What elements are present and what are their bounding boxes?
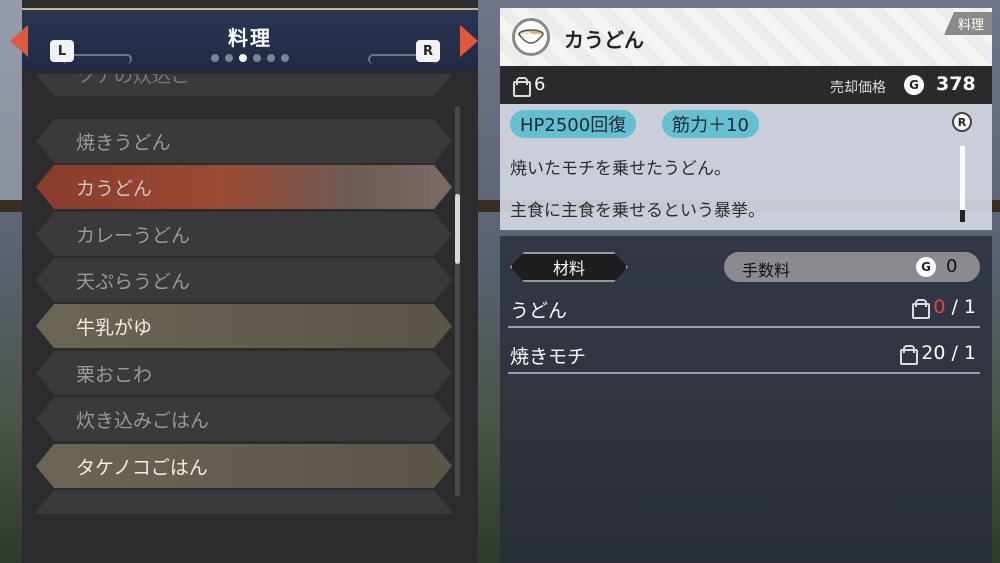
sell-price-value: 378 [936,73,976,95]
fee-value: 0 [946,256,958,277]
gold-coin-icon: G [904,75,924,95]
owned-count: 6 [512,74,546,97]
recipe-stats-bar: 6 売却価格 G 378 [500,66,992,104]
recipe-list: ツナの炊込ご 焼きうどん カうどん カレーうどん 天ぷらうどん 牛乳がゆ 栗おこ… [36,74,452,514]
recipe-item-selected[interactable]: カうどん [36,165,452,209]
l-button-hint[interactable]: L [50,40,74,62]
udon-bowl-icon-graphic [518,29,544,44]
recipe-item[interactable]: 焼きうどん [36,119,452,163]
material-name: うどん [510,300,568,322]
page-dot [253,54,261,62]
bag-icon [512,76,531,97]
material-row: うどん 0 / 1 [508,288,980,328]
recipe-description-box: HP2500回復 筋力＋10 焼いたモチを乗せたうどん。 主食に主食を乗せるとい… [500,104,992,230]
material-need-count: / 1 [951,342,976,364]
r-stick-scroll-hint[interactable]: R [952,112,972,132]
description-line: 焼いたモチを乗せたうどん。 [510,159,731,179]
recipe-list-header: 料理 L R [22,8,478,70]
bag-icon [911,299,931,319]
recipe-item[interactable]: 天ぷらうどん [36,258,452,302]
owned-count-value: 6 [534,74,546,95]
bag-icon [899,345,919,365]
recipe-item[interactable]: ツナの炊込ご [36,74,452,96]
r-button-hint[interactable]: R [416,40,440,62]
page-dot [267,54,275,62]
recipe-list-scrollbar[interactable] [455,106,460,496]
gold-coin-icon: G [916,257,936,277]
material-have-count: 0 [933,296,946,318]
recipe-item[interactable]: カレーうどん [36,212,452,256]
effect-badge-hp: HP2500回復 [510,110,637,138]
material-name: 焼きモチ [510,346,587,368]
materials-tab: 材料 [510,252,628,282]
material-count: 0 / 1 [911,296,976,319]
material-count: 20 / 1 [899,342,976,365]
next-category-arrow-icon[interactable] [460,25,478,57]
fee-pill: 手数料 G 0 [724,252,980,282]
fee-label: 手数料 [742,261,791,280]
page-dot-active [239,54,247,62]
page-dot [225,54,233,62]
recipe-item[interactable] [36,490,452,514]
material-row: 焼きモチ 20 / 1 [508,334,980,374]
description-line: 主食に主食を乗せるという暴挙。 [510,201,765,221]
category-tag: 料理 [943,12,992,35]
effect-badge-strength: 筋力＋10 [662,110,759,138]
page-dot [281,54,289,62]
recipe-item[interactable]: 牛乳がゆ [36,304,452,348]
recipe-detail-header: カうどん 料理 [500,8,992,66]
recipe-list-scrollbar-thumb[interactable] [455,194,460,264]
description-scrollbar[interactable] [960,146,965,222]
dish-name: カうどん [564,28,644,52]
recipe-item[interactable]: タケノコごはん [36,444,452,488]
recipe-item[interactable]: 栗おこわ [36,351,452,395]
materials-panel: 材料 手数料 G 0 うどん 0 / 1 焼きモチ 20 / 1 [500,236,992,563]
recipe-item[interactable]: 炊き込みごはん [36,397,452,441]
page-indicator [22,54,478,62]
sell-price-label: 売却価格 [830,80,886,96]
category-title: 料理 [228,26,272,50]
material-need-count: / 1 [951,296,976,318]
page-dot [211,54,219,62]
udon-bowl-icon [512,18,550,56]
description-scrollbar-thumb[interactable] [960,210,965,222]
material-have-count: 20 [921,342,946,364]
previous-category-arrow-icon[interactable] [10,25,28,57]
